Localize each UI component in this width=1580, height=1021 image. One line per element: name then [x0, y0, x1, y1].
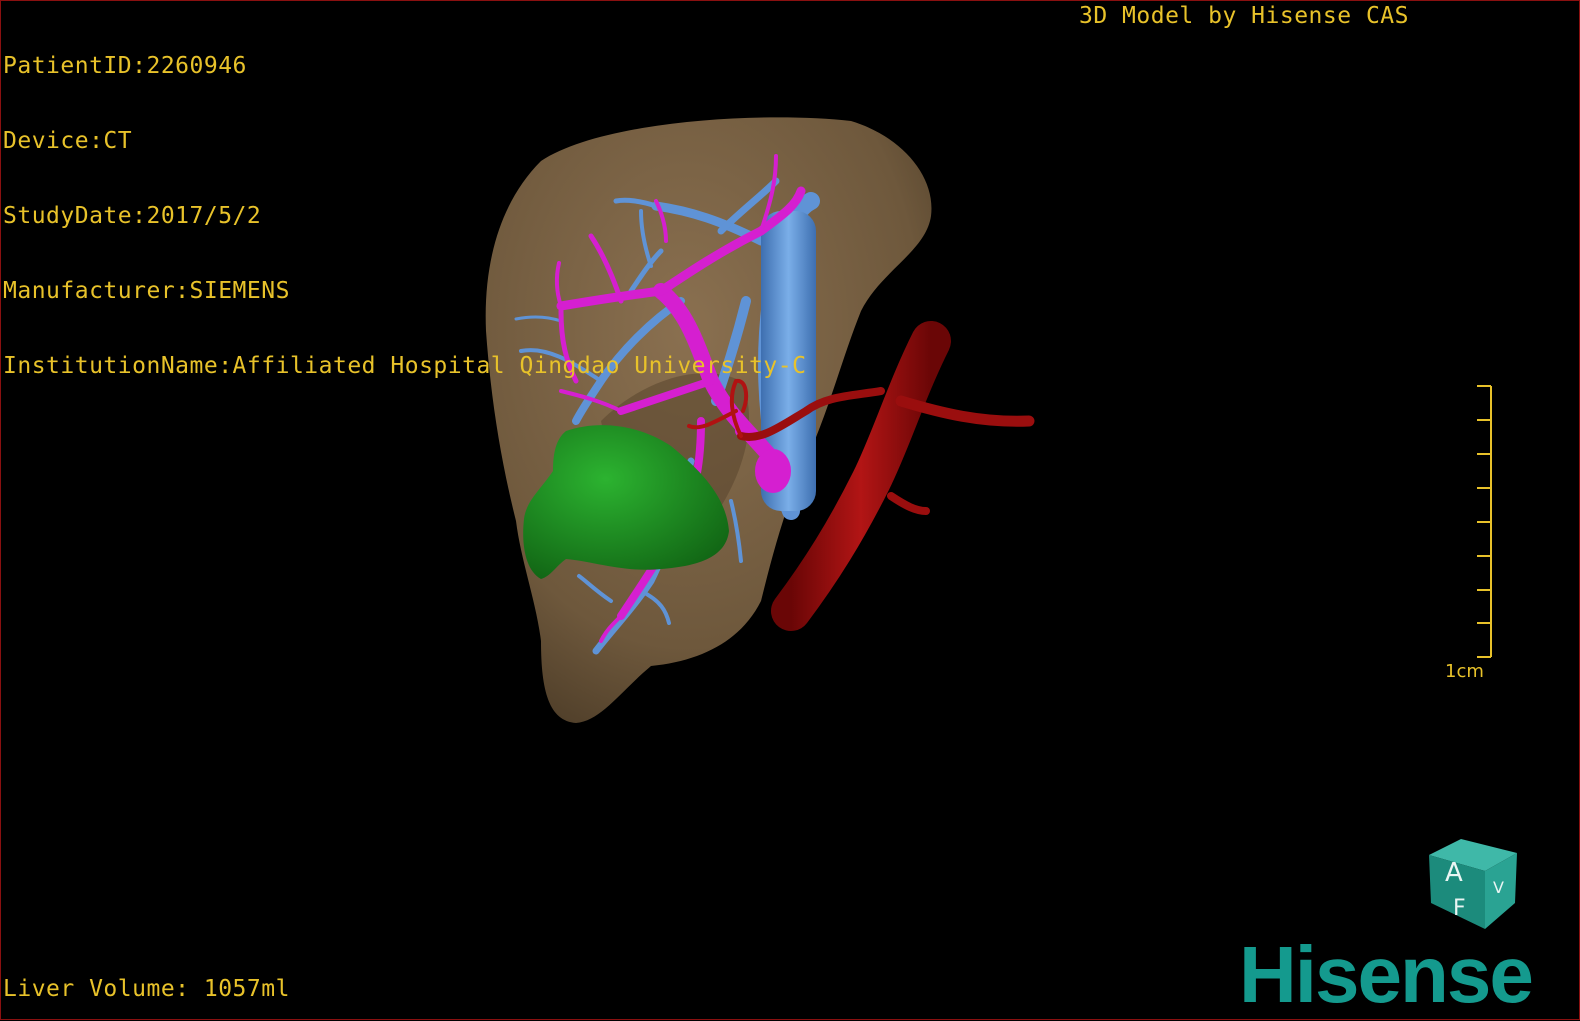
manufacturer: Manufacturer:SIEMENS: [3, 278, 290, 304]
scale-label: 1cm: [1445, 661, 1484, 682]
institution-name: InstitutionName:Affiliated Hospital Qing…: [3, 353, 807, 379]
cube-label-bottom: F: [1453, 896, 1466, 921]
3d-viewport[interactable]: PatientID:2260946 Device:CT StudyDate:20…: [0, 0, 1580, 1020]
patient-id: PatientID:2260946: [3, 53, 247, 79]
cube-label-front: A: [1445, 858, 1463, 888]
model-credit: 3D Model by Hisense CAS: [1079, 3, 1409, 29]
scale-bar: [1477, 385, 1492, 658]
device: Device:CT: [3, 128, 133, 154]
portal-confluence: [755, 449, 791, 493]
liver-volume: Liver Volume: 1057ml: [3, 976, 290, 1002]
study-date: StudyDate:2017/5/2: [3, 203, 262, 229]
orientation-cube[interactable]: A V F: [1419, 833, 1529, 933]
cube-label-side: V: [1493, 878, 1504, 897]
hisense-logo: Hisense: [1239, 930, 1534, 1019]
patient-info-overlay: PatientID:2260946 Device:CT StudyDate:20…: [3, 4, 806, 429]
